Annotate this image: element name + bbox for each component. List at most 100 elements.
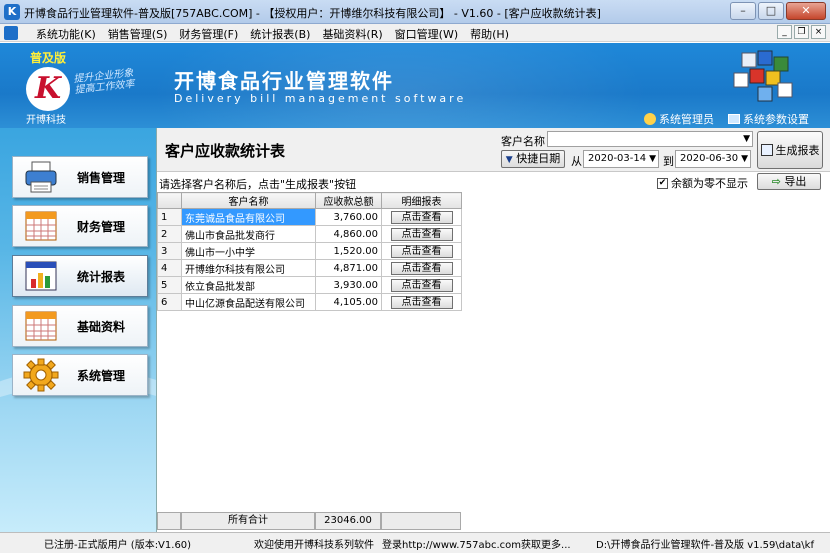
detail-cell: 点击查看	[381, 259, 462, 277]
view-detail-button[interactable]: 点击查看	[390, 278, 453, 292]
column-header-amount[interactable]: 应收款总额	[315, 192, 382, 209]
total-value: 23046.00	[315, 512, 381, 530]
current-user[interactable]: 系统管理员	[644, 111, 714, 127]
nav-basic-data[interactable]: 基础资料	[12, 305, 148, 347]
minimize-button[interactable]: –	[730, 2, 756, 20]
table-row[interactable]: 1 东莞诚品食品有限公司 3,760.00 点击查看	[157, 208, 462, 226]
receivables-table: 客户名称 应收款总额 明细报表 1 东莞诚品食品有限公司 3,760.00 点击查看 2…	[157, 192, 462, 311]
app-icon[interactable]: K	[4, 4, 20, 20]
customer-name-cell[interactable]: 中山亿源食品配送有限公司	[181, 293, 316, 311]
menu-system[interactable]: 系统功能(K)	[30, 26, 102, 42]
total-label: 所有合计	[181, 512, 315, 530]
slogan: 提升企业形象 提高工作效率	[73, 68, 135, 96]
system-settings-link[interactable]: 系统参数设置	[728, 111, 809, 127]
spreadsheet-icon	[25, 311, 57, 341]
menu-finance[interactable]: 财务管理(F)	[173, 26, 244, 42]
column-header-detail[interactable]: 明细报表	[381, 192, 462, 209]
table-row[interactable]: 3 佛山市一小中学 1,520.00 点击查看	[157, 242, 462, 260]
table-row[interactable]: 6 中山亿源食品配送有限公司 4,105.00 点击查看	[157, 293, 462, 311]
view-detail-button[interactable]: 点击查看	[390, 210, 453, 224]
edition-label: 普及版	[30, 51, 67, 65]
customer-name-cell[interactable]: 佛山市食品批发商行	[181, 225, 316, 243]
calendar-icon	[25, 211, 57, 241]
status-registration: 已注册-正式版用户 (版本:V1.60)	[44, 540, 192, 551]
mdi-restore-button[interactable]: ❐	[794, 25, 809, 39]
system-settings-label: 系统参数设置	[743, 113, 809, 126]
column-header-customer[interactable]: 客户名称	[181, 192, 316, 209]
table-row[interactable]: 2 佛山市食品批发商行 4,860.00 点击查看	[157, 225, 462, 243]
chevron-down-icon[interactable]: ▼	[649, 151, 656, 167]
user-icon	[644, 113, 656, 125]
menu-reports[interactable]: 统计报表(B)	[244, 26, 316, 42]
menu-help[interactable]: 帮助(H)	[464, 26, 515, 42]
quick-date-button[interactable]: ▼ 快捷日期	[501, 150, 565, 168]
menu-window[interactable]: 窗口管理(W)	[389, 26, 464, 42]
menu-items: 系统功能(K) 销售管理(S) 财务管理(F) 统计报表(B) 基础资料(R) …	[30, 26, 515, 42]
mdi-child-icon[interactable]	[4, 26, 18, 40]
generate-report-button[interactable]: 生成报表	[757, 131, 823, 169]
table-row[interactable]: 5 依立食品批发部 3,930.00 点击查看	[157, 276, 462, 294]
export-icon: ⇨	[771, 175, 781, 188]
export-button[interactable]: ⇨ 导出	[757, 173, 821, 190]
checkbox-checked-icon[interactable]: ✔	[657, 177, 668, 189]
status-bar: 已注册-正式版用户 (版本:V1.60) 欢迎使用开博科技系列软件 登录http…	[0, 532, 830, 553]
view-detail-button[interactable]: 点击查看	[390, 295, 453, 309]
customer-select[interactable]: ▼	[547, 131, 753, 147]
nav-sales-management[interactable]: 销售管理	[12, 156, 148, 198]
menu-bar: 系统功能(K) 销售管理(S) 财务管理(F) 统计报表(B) 基础资料(R) …	[0, 24, 830, 42]
row-index: 3	[157, 242, 182, 260]
status-website[interactable]: 登录http://www.757abc.com获取更多...	[382, 536, 571, 551]
nav-system-management[interactable]: 系统管理	[12, 354, 148, 396]
customer-name-cell[interactable]: 东莞诚品食品有限公司	[181, 208, 316, 226]
detail-cell: 点击查看	[381, 276, 462, 294]
receivable-amount-cell[interactable]: 3,930.00	[315, 276, 382, 294]
view-detail-button[interactable]: 点击查看	[390, 227, 453, 241]
receivable-amount-cell[interactable]: 1,520.00	[315, 242, 382, 260]
maximize-button[interactable]: □	[758, 2, 784, 20]
nav-statistics-reports[interactable]: 统计报表	[12, 255, 148, 297]
receivable-amount-cell[interactable]: 4,105.00	[315, 293, 382, 311]
receivable-amount-cell[interactable]: 4,871.00	[315, 259, 382, 277]
window-controls: – □ ✕	[730, 2, 826, 20]
detail-cell: 点击查看	[381, 293, 462, 311]
title-bar: K 开博食品行业管理软件-普及版[757ABC.COM] - 【授权用户：开博维…	[0, 0, 830, 24]
header-banner: 普及版 K 开博科技 提升企业形象 提高工作效率 开博食品行业管理软件 Deli…	[0, 43, 830, 128]
mdi-close-button[interactable]: ×	[811, 25, 826, 39]
receivable-amount-cell[interactable]: 4,860.00	[315, 225, 382, 243]
customer-name-cell[interactable]: 佛山市一小中学	[181, 242, 316, 260]
detail-cell: 点击查看	[381, 242, 462, 260]
hide-zero-balance-label: 余额为零不显示	[671, 177, 748, 190]
total-row: 所有合计 23046.00	[157, 512, 461, 530]
company-logo: K	[26, 67, 70, 111]
column-header-index[interactable]	[157, 192, 182, 209]
to-date-value: 2020-06-30	[680, 153, 739, 164]
menu-sales[interactable]: 销售管理(S)	[102, 26, 174, 42]
from-date-picker[interactable]: 2020-03-14 ▼	[583, 150, 659, 168]
receivable-amount-cell[interactable]: 3,760.00	[315, 208, 382, 226]
window-title: 开博食品行业管理软件-普及版[757ABC.COM] - 【授权用户：开博维尔科…	[24, 7, 601, 20]
total-row-spacer	[157, 512, 181, 530]
chevron-down-icon[interactable]: ▼	[743, 132, 750, 146]
instruction-text: 请选择客户名称后，点击"生成报表"按钮	[159, 178, 357, 191]
generate-report-label: 生成报表	[775, 144, 820, 157]
nav-label-sales: 销售管理	[77, 170, 126, 185]
to-date-picker[interactable]: 2020-06-30 ▼	[675, 150, 751, 168]
hide-zero-balance-checkbox[interactable]: ✔ 余额为零不显示	[657, 175, 748, 191]
mdi-minimize-button[interactable]: _	[777, 25, 792, 39]
customer-name-cell[interactable]: 开博维尔科技有限公司	[181, 259, 316, 277]
close-button[interactable]: ✕	[786, 2, 826, 20]
table-row[interactable]: 4 开博维尔科技有限公司 4,871.00 点击查看	[157, 259, 462, 277]
export-label: 导出	[784, 175, 807, 188]
nav-label-basic-data: 基础资料	[77, 319, 126, 334]
current-user-label: 系统管理员	[659, 113, 714, 126]
chevron-down-icon[interactable]: ▼	[741, 151, 748, 167]
customer-name-cell[interactable]: 依立食品批发部	[181, 276, 316, 294]
cubes-graphic-icon	[733, 50, 793, 102]
menu-basic-data[interactable]: 基础资料(R)	[316, 26, 388, 42]
row-index: 5	[157, 276, 182, 294]
nav-finance-management[interactable]: 财务管理	[12, 205, 148, 247]
view-detail-button[interactable]: 点击查看	[390, 244, 453, 258]
row-index: 6	[157, 293, 182, 311]
view-detail-button[interactable]: 点击查看	[390, 261, 453, 275]
bar-chart-icon	[25, 261, 57, 291]
